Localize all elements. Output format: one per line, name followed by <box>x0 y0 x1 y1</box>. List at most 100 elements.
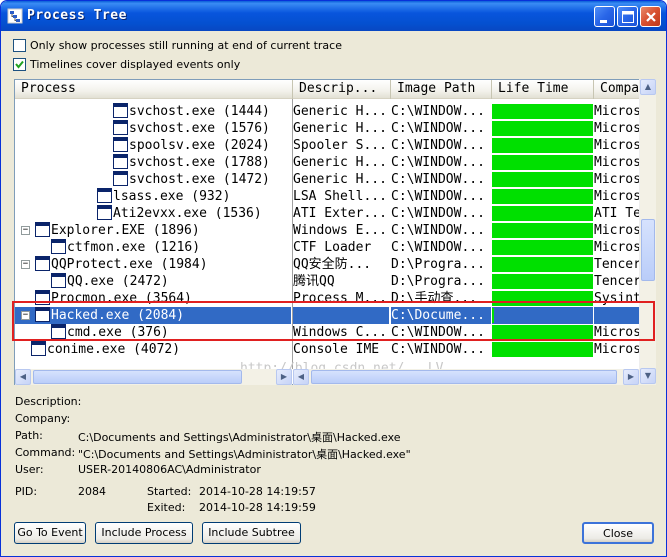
columns-hscrollbar[interactable]: ◀ ▶ <box>293 369 639 385</box>
process-name-cell[interactable]: svchost.exe (1444) <box>15 103 291 120</box>
go-to-event-button[interactable]: Go To Event <box>14 522 86 544</box>
highlight-annotation-box <box>12 301 655 341</box>
description-cell: LSA Shell... <box>293 189 387 204</box>
process-name: Ati2evxx.exe (1536) <box>113 206 262 221</box>
life-time-bar <box>492 223 593 238</box>
scroll-left-button[interactable]: ◀ <box>293 369 309 385</box>
table-row[interactable]: conime.exe (4072) Console IME C:\WINDOW...… <box>15 341 641 358</box>
only-running-checkbox[interactable] <box>13 39 26 52</box>
description-label: Description: <box>15 395 82 408</box>
process-name: lsass.exe (932) <box>113 189 231 204</box>
only-running-label: Only show processes still running at end… <box>30 39 342 52</box>
table-row[interactable]: Ati2evxx.exe (1536) ATI Exter... C:\WINDOW… <box>15 205 641 222</box>
company-cell: Micros <box>594 138 641 153</box>
table-row[interactable]: lsass.exe (932) LSA Shell... C:\WINDOW... M… <box>15 188 641 205</box>
scroll-up-button[interactable]: ▲ <box>640 79 656 95</box>
pid-label: PID: <box>15 485 38 498</box>
company-cell: Micros <box>594 172 641 187</box>
process-name-cell[interactable]: spoolsv.exe (2024) <box>15 137 291 154</box>
list-header: Process Descrip... Image Path Life Time … <box>15 80 653 99</box>
company-cell: Tencer <box>594 274 641 289</box>
ctfmon-icon <box>51 239 66 254</box>
process-name-cell[interactable]: svchost.exe (1788) <box>15 154 291 171</box>
collapse-expander-icon[interactable]: − <box>21 226 30 235</box>
vertical-scroll-thumb[interactable] <box>641 219 655 281</box>
image-path-cell: C:\WINDOW... <box>391 121 485 136</box>
include-process-button[interactable]: Include Process <box>95 522 193 544</box>
life-time-bar <box>492 121 593 136</box>
process-name-cell[interactable]: QQ.exe (2472) <box>15 273 291 290</box>
include-subtree-button[interactable]: Include Subtree <box>202 522 301 544</box>
company-cell: Micros <box>594 189 641 204</box>
description-cell: Generic H... <box>293 104 387 119</box>
company-cell: Micros <box>594 155 641 170</box>
scroll-left-button[interactable]: ◀ <box>15 369 31 385</box>
table-row[interactable]: svchost.exe (1788) Generic H... C:\WINDOW.… <box>15 154 641 171</box>
conime-icon <box>31 341 46 356</box>
timelines-option[interactable]: Timelines cover displayed events only <box>13 58 313 72</box>
title-bar[interactable]: Process Tree <box>1 1 666 31</box>
company-cell: ATI Te <box>594 206 641 221</box>
table-row[interactable]: − Explorer.EXE (1896) Windows E... C:\WINDO… <box>15 222 641 239</box>
process-hscrollbar[interactable]: ◀ ▶ <box>15 369 292 385</box>
description-cell: QQ安全防... <box>293 257 372 272</box>
table-row[interactable]: spoolsv.exe (2024) Spooler S... C:\WINDOW.… <box>15 137 641 154</box>
process-name-cell[interactable]: svchost.exe (1472) <box>15 171 291 188</box>
column-header-life-time[interactable]: Life Time <box>492 80 594 99</box>
process-name-cell[interactable]: conime.exe (4072) <box>15 341 291 358</box>
command-label: Command: <box>15 446 76 459</box>
table-row[interactable]: svchost.exe (1576) Generic H... C:\WINDOW.… <box>15 120 641 137</box>
close-window-button[interactable] <box>640 6 661 27</box>
scroll-right-button[interactable]: ▶ <box>276 369 292 385</box>
image-path-cell: C:\WINDOW... <box>391 104 485 119</box>
scroll-right-button[interactable]: ▶ <box>623 369 639 385</box>
table-row[interactable]: QQ.exe (2472) 腾讯QQ D:\Progra... Tencer <box>15 273 641 290</box>
process-name-cell[interactable]: ctfmon.exe (1216) <box>15 239 291 256</box>
description-cell: CTF Loader <box>293 240 372 255</box>
life-time-bar <box>492 172 593 187</box>
qq-icon <box>35 256 50 271</box>
life-time-bar <box>492 206 593 221</box>
timelines-checkbox[interactable] <box>13 58 26 71</box>
table-row[interactable]: svchost.exe (1472) Generic H... C:\WINDOW.… <box>15 171 641 188</box>
image-path-cell: C:\WINDOW... <box>391 172 485 187</box>
process-name: svchost.exe (1472) <box>129 172 270 187</box>
columns-hscroll-thumb[interactable] <box>311 370 617 384</box>
table-row[interactable]: svchost.exe (1444) Generic H... C:\WINDOW.… <box>15 103 641 120</box>
company-cell: Micros <box>594 104 641 119</box>
collapse-expander-icon[interactable]: − <box>21 260 30 269</box>
column-header-image-path[interactable]: Image Path <box>391 80 492 99</box>
process-name-cell[interactable]: Ati2evxx.exe (1536) <box>15 205 291 222</box>
description-cell: Spooler S... <box>293 138 387 153</box>
company-cell: Micros <box>594 223 641 238</box>
process-tree-icon <box>7 8 23 24</box>
life-time-cell <box>492 341 593 358</box>
minimize-button[interactable] <box>594 6 615 27</box>
path-value: C:\Documents and Settings\Administrator\… <box>78 431 401 444</box>
only-running-option[interactable]: Only show processes still running at end… <box>13 39 342 53</box>
process-name-cell[interactable]: − QQProtect.exe (1984) <box>15 256 291 273</box>
scroll-down-button[interactable]: ▼ <box>640 368 656 384</box>
life-time-cell <box>492 239 593 256</box>
column-header-process[interactable]: Process <box>15 80 293 99</box>
process-hscroll-thumb[interactable] <box>33 370 242 384</box>
company-cell: Micros <box>594 240 641 255</box>
close-icon <box>646 12 656 22</box>
company-cell: Micros <box>594 121 641 136</box>
table-row[interactable]: ctfmon.exe (1216) CTF Loader C:\WINDOW... M… <box>15 239 641 256</box>
maximize-button[interactable] <box>617 6 638 27</box>
path-label: Path: <box>15 429 43 442</box>
process-name: QQProtect.exe (1984) <box>51 257 208 272</box>
table-row[interactable]: − QQProtect.exe (1984) QQ安全防... D:\Progra..… <box>15 256 641 273</box>
close-button[interactable]: Close <box>582 522 654 544</box>
life-time-bar <box>492 257 593 272</box>
process-name-cell[interactable]: svchost.exe (1576) <box>15 120 291 137</box>
life-time-cell <box>492 273 593 290</box>
life-time-bar <box>492 104 593 119</box>
process-tree-window: Process Tree Only show processes still r… <box>0 0 667 557</box>
column-header-description[interactable]: Descrip... <box>293 80 391 99</box>
process-name-cell[interactable]: − Explorer.EXE (1896) <box>15 222 291 239</box>
started-value: 2014-10-28 14:19:57 <box>199 485 316 498</box>
process-name-cell[interactable]: lsass.exe (932) <box>15 188 291 205</box>
life-time-bar <box>492 138 593 153</box>
